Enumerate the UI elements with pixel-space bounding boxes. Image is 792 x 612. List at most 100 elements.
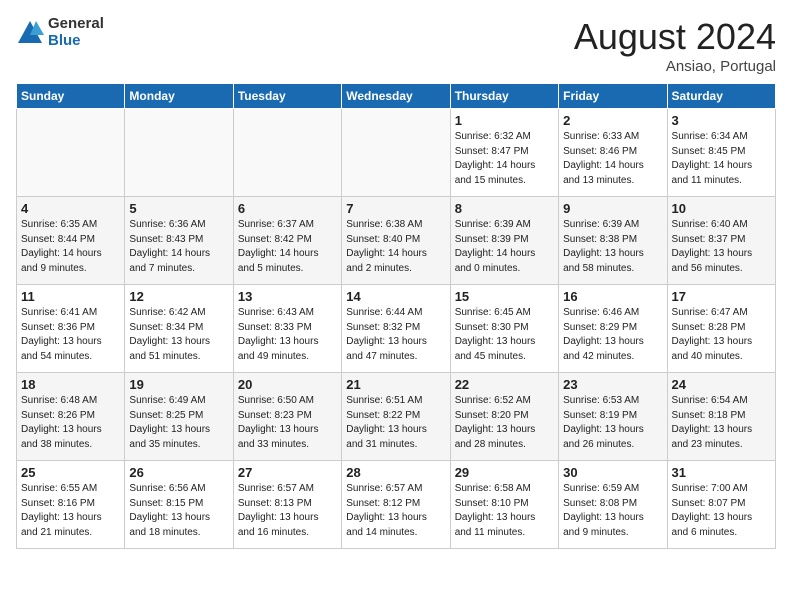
calendar-cell: 6 Sunrise: 6:37 AM Sunset: 8:42 PM Daylig… xyxy=(233,197,341,285)
logo-icon xyxy=(16,19,44,47)
page-header: General Blue August 2024 Ansiao, Portuga… xyxy=(16,16,776,75)
day-number: 27 xyxy=(238,465,337,480)
day-info: Sunrise: 6:32 AM Sunset: 8:47 PM Dayligh… xyxy=(455,130,554,188)
day-info: Sunrise: 6:50 AM Sunset: 8:23 PM Dayligh… xyxy=(238,394,337,452)
calendar-cell: 27Sunrise: 6:57 AM Sunset: 8:13 PM Dayli… xyxy=(233,461,341,549)
header-day-wednesday: Wednesday xyxy=(342,84,450,109)
day-info: Sunrise: 6:59 AM Sunset: 8:08 PM Dayligh… xyxy=(563,482,662,540)
day-info: Sunrise: 6:47 AM Sunset: 8:28 PM Dayligh… xyxy=(672,306,771,364)
header-day-tuesday: Tuesday xyxy=(233,84,341,109)
day-number: 21 xyxy=(346,377,445,392)
calendar-cell: 31Sunrise: 7:00 AM Sunset: 8:07 PM Dayli… xyxy=(667,461,775,549)
calendar-cell xyxy=(125,109,233,197)
day-number: 20 xyxy=(238,377,337,392)
calendar-cell: 29 Sunrise: 6:58 AM Sunset: 8:10 PM Dayli… xyxy=(450,461,558,549)
day-number: 26 xyxy=(129,465,228,480)
day-number: 31 xyxy=(672,465,771,480)
day-info: Sunrise: 6:39 AM Sunset: 8:39 PM Dayligh… xyxy=(455,218,554,276)
calendar-cell xyxy=(342,109,450,197)
day-number: 13 xyxy=(238,289,337,304)
day-number: 12 xyxy=(129,289,228,304)
day-number: 7 xyxy=(346,201,445,216)
day-info: Sunrise: 6:58 AM Sunset: 8:10 PM Dayligh… xyxy=(455,482,554,540)
location-subtitle: Ansiao, Portugal xyxy=(574,58,776,75)
logo: General Blue xyxy=(16,16,104,49)
calendar-cell: 2Sunrise: 6:33 AM Sunset: 8:46 PM Daylig… xyxy=(559,109,667,197)
day-number: 11 xyxy=(21,289,120,304)
month-title: August 2024 xyxy=(574,16,776,58)
day-info: Sunrise: 6:49 AM Sunset: 8:25 PM Dayligh… xyxy=(129,394,228,452)
day-info: Sunrise: 6:42 AM Sunset: 8:34 PM Dayligh… xyxy=(129,306,228,364)
day-number: 28 xyxy=(346,465,445,480)
calendar-cell: 3Sunrise: 6:34 AM Sunset: 8:45 PM Daylig… xyxy=(667,109,775,197)
day-number: 3 xyxy=(672,113,771,128)
calendar-cell: 13 Sunrise: 6:43 AM Sunset: 8:33 PM Dayli… xyxy=(233,285,341,373)
calendar-cell: 12 Sunrise: 6:42 AM Sunset: 8:34 PM Dayli… xyxy=(125,285,233,373)
calendar-cell: 19Sunrise: 6:49 AM Sunset: 8:25 PM Dayli… xyxy=(125,373,233,461)
day-info: Sunrise: 6:37 AM Sunset: 8:42 PM Dayligh… xyxy=(238,218,337,276)
day-info: Sunrise: 6:38 AM Sunset: 8:40 PM Dayligh… xyxy=(346,218,445,276)
day-number: 23 xyxy=(563,377,662,392)
day-number: 1 xyxy=(455,113,554,128)
calendar-cell xyxy=(17,109,125,197)
calendar-cell: 25 Sunrise: 6:55 AM Sunset: 8:16 PM Dayli… xyxy=(17,461,125,549)
day-number: 4 xyxy=(21,201,120,216)
day-info: Sunrise: 6:36 AM Sunset: 8:43 PM Dayligh… xyxy=(129,218,228,276)
day-number: 15 xyxy=(455,289,554,304)
calendar-cell: 7 Sunrise: 6:38 AM Sunset: 8:40 PM Daylig… xyxy=(342,197,450,285)
day-number: 9 xyxy=(563,201,662,216)
day-number: 2 xyxy=(563,113,662,128)
calendar-cell xyxy=(233,109,341,197)
day-info: Sunrise: 6:51 AM Sunset: 8:22 PM Dayligh… xyxy=(346,394,445,452)
day-info: Sunrise: 6:57 AM Sunset: 8:12 PM Dayligh… xyxy=(346,482,445,540)
day-number: 22 xyxy=(455,377,554,392)
header-day-thursday: Thursday xyxy=(450,84,558,109)
calendar-cell: 20 Sunrise: 6:50 AM Sunset: 8:23 PM Dayli… xyxy=(233,373,341,461)
day-info: Sunrise: 6:45 AM Sunset: 8:30 PM Dayligh… xyxy=(455,306,554,364)
title-block: August 2024 Ansiao, Portugal xyxy=(574,16,776,75)
header-day-monday: Monday xyxy=(125,84,233,109)
logo-text: General Blue xyxy=(48,16,104,49)
day-number: 30 xyxy=(563,465,662,480)
day-info: Sunrise: 6:48 AM Sunset: 8:26 PM Dayligh… xyxy=(21,394,120,452)
calendar-cell: 4Sunrise: 6:35 AM Sunset: 8:44 PM Daylig… xyxy=(17,197,125,285)
calendar-cell: 10 Sunrise: 6:40 AM Sunset: 8:37 PM Dayli… xyxy=(667,197,775,285)
calendar-week-5: 25 Sunrise: 6:55 AM Sunset: 8:16 PM Dayli… xyxy=(17,461,776,549)
calendar-week-3: 11Sunrise: 6:41 AM Sunset: 8:36 PM Dayli… xyxy=(17,285,776,373)
logo-blue-text: Blue xyxy=(48,33,104,50)
calendar-cell: 30 Sunrise: 6:59 AM Sunset: 8:08 PM Dayli… xyxy=(559,461,667,549)
header-day-saturday: Saturday xyxy=(667,84,775,109)
day-number: 8 xyxy=(455,201,554,216)
day-info: Sunrise: 6:55 AM Sunset: 8:16 PM Dayligh… xyxy=(21,482,120,540)
day-info: Sunrise: 6:39 AM Sunset: 8:38 PM Dayligh… xyxy=(563,218,662,276)
day-number: 6 xyxy=(238,201,337,216)
calendar-cell: 28 Sunrise: 6:57 AM Sunset: 8:12 PM Dayli… xyxy=(342,461,450,549)
calendar-cell: 22 Sunrise: 6:52 AM Sunset: 8:20 PM Dayli… xyxy=(450,373,558,461)
day-number: 25 xyxy=(21,465,120,480)
day-info: Sunrise: 6:40 AM Sunset: 8:37 PM Dayligh… xyxy=(672,218,771,276)
calendar-body: 1 Sunrise: 6:32 AM Sunset: 8:47 PM Daylig… xyxy=(17,109,776,549)
day-info: Sunrise: 6:44 AM Sunset: 8:32 PM Dayligh… xyxy=(346,306,445,364)
day-number: 24 xyxy=(672,377,771,392)
day-number: 5 xyxy=(129,201,228,216)
calendar-cell: 21 Sunrise: 6:51 AM Sunset: 8:22 PM Dayli… xyxy=(342,373,450,461)
day-info: Sunrise: 6:56 AM Sunset: 8:15 PM Dayligh… xyxy=(129,482,228,540)
calendar-cell: 14 Sunrise: 6:44 AM Sunset: 8:32 PM Dayli… xyxy=(342,285,450,373)
calendar-cell: 9 Sunrise: 6:39 AM Sunset: 8:38 PM Daylig… xyxy=(559,197,667,285)
calendar-cell: 11Sunrise: 6:41 AM Sunset: 8:36 PM Dayli… xyxy=(17,285,125,373)
day-number: 14 xyxy=(346,289,445,304)
day-number: 29 xyxy=(455,465,554,480)
day-info: Sunrise: 6:54 AM Sunset: 8:18 PM Dayligh… xyxy=(672,394,771,452)
calendar-cell: 8 Sunrise: 6:39 AM Sunset: 8:39 PM Daylig… xyxy=(450,197,558,285)
day-info: Sunrise: 6:43 AM Sunset: 8:33 PM Dayligh… xyxy=(238,306,337,364)
calendar-week-1: 1 Sunrise: 6:32 AM Sunset: 8:47 PM Daylig… xyxy=(17,109,776,197)
day-number: 10 xyxy=(672,201,771,216)
calendar-table: SundayMondayTuesdayWednesdayThursdayFrid… xyxy=(16,83,776,549)
calendar-week-2: 4Sunrise: 6:35 AM Sunset: 8:44 PM Daylig… xyxy=(17,197,776,285)
day-info: Sunrise: 6:52 AM Sunset: 8:20 PM Dayligh… xyxy=(455,394,554,452)
day-info: Sunrise: 6:46 AM Sunset: 8:29 PM Dayligh… xyxy=(563,306,662,364)
calendar-week-4: 18Sunrise: 6:48 AM Sunset: 8:26 PM Dayli… xyxy=(17,373,776,461)
header-day-sunday: Sunday xyxy=(17,84,125,109)
calendar-cell: 18Sunrise: 6:48 AM Sunset: 8:26 PM Dayli… xyxy=(17,373,125,461)
day-number: 16 xyxy=(563,289,662,304)
